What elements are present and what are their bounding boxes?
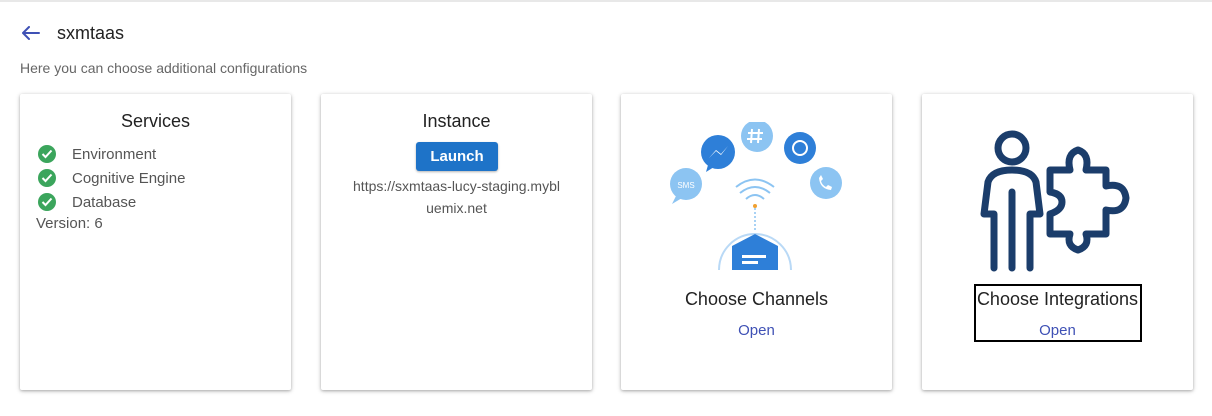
- arrow-left-icon: [22, 26, 40, 40]
- back-button[interactable]: [20, 22, 42, 44]
- sms-bubble-icon: SMS: [670, 168, 702, 204]
- service-label: Environment: [72, 145, 157, 163]
- integrations-open-link[interactable]: Open: [922, 322, 1193, 339]
- channels-title: Choose Channels: [684, 289, 829, 309]
- hashtag-icon: [741, 122, 773, 152]
- check-circle-icon: [38, 145, 56, 163]
- services-title: Services: [120, 111, 191, 131]
- top-divider: [0, 0, 1212, 2]
- instance-url: https://sxmtaas-lucy-staging.mybluemix.n…: [353, 178, 560, 216]
- service-label: Cognitive Engine: [72, 169, 186, 187]
- instance-title: Instance: [422, 111, 491, 131]
- page-title: sxmtaas: [57, 22, 125, 43]
- check-circle-icon: [38, 169, 56, 187]
- chat-bubble-icon: [784, 132, 816, 164]
- service-item-environment: Environment: [38, 142, 185, 166]
- instance-card: Instance Launch https://sxmtaas-lucy-sta…: [321, 94, 592, 390]
- channels-illustration: SMS: [670, 122, 842, 271]
- service-item-database: Database: [38, 190, 185, 214]
- integrations-title: Choose Integrations: [976, 289, 1139, 309]
- service-item-cognitive-engine: Cognitive Engine: [38, 166, 185, 190]
- wifi-icon: [735, 178, 775, 200]
- page-subtitle: Here you can choose additional configura…: [20, 60, 308, 76]
- launch-button[interactable]: Launch: [416, 142, 498, 171]
- services-list: Environment Cognitive Engine Database: [38, 142, 185, 214]
- services-card: Services Environment Cognitive Engine Da…: [20, 94, 291, 390]
- channels-card: SMS Choose Channels Open: [621, 94, 892, 390]
- person-puzzle-icon: [980, 130, 1130, 272]
- channels-open-link[interactable]: Open: [621, 322, 892, 339]
- integrations-card: Choose Integrations Open: [922, 94, 1193, 390]
- version-label: Version: 6: [36, 215, 103, 232]
- sms-label: SMS: [677, 181, 694, 190]
- messenger-icon: [701, 135, 735, 172]
- service-label: Database: [72, 193, 137, 211]
- phone-icon: [810, 167, 842, 199]
- page-header: sxmtaas: [20, 22, 124, 44]
- check-circle-icon: [38, 193, 56, 211]
